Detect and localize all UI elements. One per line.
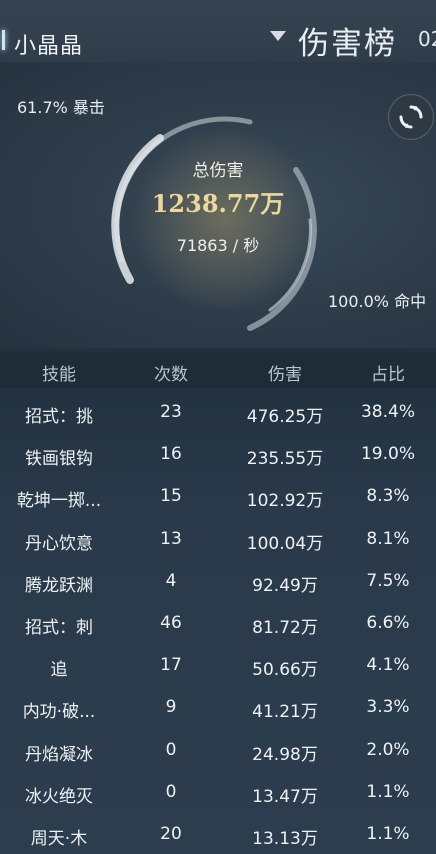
skill-percent: 2.0% <box>366 739 410 760</box>
skill-count: 0 <box>165 781 177 802</box>
total-damage-label: 总伤害 <box>192 161 244 181</box>
skill-count: 9 <box>165 697 177 718</box>
rank-suffix: 02 <box>418 27 436 51</box>
skill-percent: 8.3% <box>366 486 410 507</box>
table-row[interactable]: 招式：刺 46 81.72万 6.6% <box>0 604 436 646</box>
skill-table: 招式：挑 23 476.25万 38.4% 铁画银钩 16 235.55万 19… <box>0 393 436 854</box>
skill-percent: 1.1% <box>366 781 410 802</box>
player-accent-bar <box>2 30 5 50</box>
skill-name: 内功·破... <box>22 702 96 723</box>
skill-count: 16 <box>160 444 182 465</box>
skill-name: 招式：挑 <box>25 407 93 427</box>
skill-name: 丹焰凝冰 <box>25 744 93 765</box>
damage-summary: 61.7% 暴击 总伤害 1238.77万 71863 / 秒 100.0% 命… <box>0 62 436 348</box>
skill-damage: 24.98万 <box>252 744 318 765</box>
skill-name: 腾龙跃渊 <box>25 575 93 596</box>
player-name[interactable]: 小晶晶 <box>14 28 83 60</box>
skill-damage: 100.04万 <box>246 533 324 554</box>
skill-percent: 1.1% <box>366 823 410 844</box>
table-row[interactable]: 招式：挑 23 476.25万 38.4% <box>0 393 436 435</box>
table-row[interactable]: 冰火绝灭 0 13.47万 1.1% <box>0 773 436 815</box>
skill-percent: 7.5% <box>366 570 410 591</box>
skill-count: 46 <box>160 612 182 633</box>
skill-count: 13 <box>160 528 182 549</box>
damage-meter-panel: 小晶晶 伤害榜 02 61.7% 暴击 总伤害 1238.77万 71863 /… <box>0 0 436 854</box>
damage-per-second: 71863 / 秒 <box>176 236 260 255</box>
skill-count: 15 <box>160 486 182 507</box>
column-header-skill[interactable]: 技能 <box>2 360 116 385</box>
total-damage-value: 1238.77万 <box>151 189 285 218</box>
skill-name: 铁画银钩 <box>25 449 93 470</box>
skill-name: 周天·木 <box>30 828 88 849</box>
skill-damage: 81.72万 <box>252 617 318 638</box>
skill-damage: 13.47万 <box>252 786 318 807</box>
skill-name: 追 <box>50 660 68 681</box>
column-header-count[interactable]: 次数 <box>126 360 216 385</box>
skill-damage: 41.21万 <box>252 702 318 723</box>
skill-count: 4 <box>165 570 177 591</box>
skill-percent: 19.0% <box>360 444 415 465</box>
skill-percent: 6.6% <box>366 612 410 633</box>
table-row[interactable]: 丹心饮意 13 100.04万 8.1% <box>0 520 436 562</box>
skill-percent: 38.4% <box>360 402 415 422</box>
skill-name: 冰火绝灭 <box>25 786 93 807</box>
triangle-down-icon[interactable] <box>270 31 286 41</box>
skill-count: 0 <box>165 739 177 760</box>
hit-rate: 100.0% 命中 <box>328 292 427 311</box>
skill-damage: 50.66万 <box>252 660 318 681</box>
rank-title[interactable]: 伤害榜 <box>298 18 397 63</box>
table-header: 技能 次数 伤害 占比 <box>0 352 436 388</box>
table-row[interactable]: 追 17 50.66万 4.1% <box>0 646 436 688</box>
table-row[interactable]: 丹焰凝冰 0 24.98万 2.0% <box>0 731 436 773</box>
table-row[interactable]: 乾坤一掷... 15 102.92万 8.3% <box>0 477 436 519</box>
skill-percent: 4.1% <box>366 655 410 676</box>
skill-name: 乾坤一掷... <box>16 491 102 512</box>
skill-percent: 3.3% <box>366 697 410 718</box>
skill-count: 17 <box>160 655 182 676</box>
skill-damage: 13.13万 <box>252 828 318 849</box>
skill-count: 23 <box>160 402 182 422</box>
column-header-percent[interactable]: 占比 <box>343 360 433 385</box>
skill-damage: 235.55万 <box>246 449 324 470</box>
skill-damage: 476.25万 <box>246 407 324 427</box>
skill-damage: 102.92万 <box>246 491 324 512</box>
table-row[interactable]: 铁画银钩 16 235.55万 19.0% <box>0 435 436 477</box>
table-row[interactable]: 腾龙跃渊 4 92.49万 7.5% <box>0 562 436 604</box>
skill-damage: 92.49万 <box>252 575 318 596</box>
column-header-damage[interactable]: 伤害 <box>225 360 345 385</box>
skill-name: 招式：刺 <box>25 617 93 638</box>
meter-header: 小晶晶 伤害榜 02 <box>0 0 436 62</box>
table-row[interactable]: 内功·破... 9 41.21万 3.3% <box>0 688 436 730</box>
refresh-button[interactable] <box>388 94 434 140</box>
table-row[interactable]: 周天·木 20 13.13万 1.1% <box>0 815 436 854</box>
skill-percent: 8.1% <box>366 528 410 549</box>
damage-ring <box>111 116 317 331</box>
skill-name: 丹心饮意 <box>25 533 93 554</box>
crit-rate: 61.7% 暴击 <box>17 98 105 117</box>
skill-count: 20 <box>160 823 182 844</box>
refresh-icon <box>399 105 423 129</box>
